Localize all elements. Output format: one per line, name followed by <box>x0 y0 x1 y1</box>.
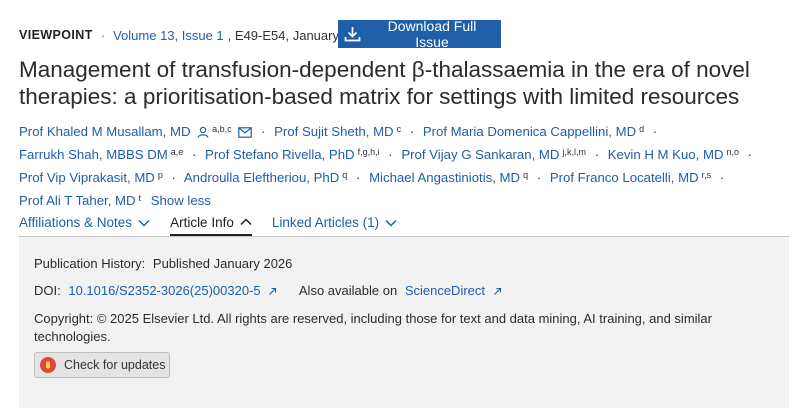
affiliation-sup: d <box>639 124 645 134</box>
chevron-down-icon <box>138 219 150 227</box>
author-link[interactable]: Androulla Eleftheriou, PhD <box>184 170 339 185</box>
affiliation-sup: j,k,l,m <box>562 147 586 157</box>
separator-dot: · <box>191 147 197 162</box>
publication-history-row: Publication History: Published January 2… <box>34 256 292 271</box>
external-link-icon[interactable] <box>268 287 277 296</box>
affiliation-sup: n,o <box>726 147 739 157</box>
author-link[interactable]: Prof Ali T Taher, MD <box>19 193 136 208</box>
article-type: VIEWPOINT <box>19 28 93 42</box>
author-link[interactable]: Farrukh Shah, MBBS DM <box>19 147 168 162</box>
separator-dot: · <box>747 147 753 162</box>
download-label: Download Full Issue <box>387 18 477 50</box>
author-link[interactable]: Kevin H M Kuo, MD <box>608 147 724 162</box>
author-link[interactable]: Prof Vijay G Sankaran, MD <box>401 147 559 162</box>
show-less-link[interactable]: Show less <box>151 193 211 208</box>
affiliation-sup: f,g,h,i <box>357 147 380 157</box>
also-available-label: Also available on <box>298 283 398 298</box>
separator-dot: · <box>652 124 658 139</box>
author-link[interactable]: Prof Sujit Sheth, MD <box>274 124 393 139</box>
copyright-text: Copyright: © 2025 Elsevier Ltd. All righ… <box>34 311 712 344</box>
affiliation-sup: r,s <box>701 170 712 180</box>
affiliation-sup: p <box>157 170 163 180</box>
affiliation-sup: a,b,c <box>212 124 232 134</box>
author-link[interactable]: Prof Khaled M Musallam, MD <box>19 124 191 139</box>
doi-label: DOI: <box>34 283 61 298</box>
affiliation-sup: t <box>138 193 142 203</box>
article-title: Management of transfusion-dependent β-th… <box>19 57 750 109</box>
tab-label: Linked Articles (1) <box>271 215 380 230</box>
tab-label: Article Info <box>170 214 234 230</box>
publication-history-label: Publication History: <box>34 256 146 271</box>
affiliation-sup: q <box>342 170 348 180</box>
volume-issue-link[interactable]: Volume 13, Issue 1 <box>113 28 224 43</box>
external-link-icon[interactable] <box>493 287 502 296</box>
separator-dot: · <box>594 147 600 162</box>
tab-article-info[interactable]: Article Info <box>170 210 252 236</box>
tab-linked-articles[interactable]: Linked Articles (1) <box>272 210 397 235</box>
separator-dot: · <box>536 170 542 185</box>
author-link[interactable]: Prof Stefano Rivella, PhD <box>205 147 355 162</box>
article-tabs: Affiliations & Notes Article Info Linked… <box>19 210 789 237</box>
tab-affiliations-notes[interactable]: Affiliations & Notes <box>19 210 150 235</box>
separator-dot: · <box>100 27 106 43</box>
article-info-panel: Publication History: Published January 2… <box>19 237 789 408</box>
separator-dot: · <box>719 170 725 185</box>
email-icon[interactable] <box>238 127 253 138</box>
author-link[interactable]: Prof Maria Domenica Cappellini, MD <box>423 124 636 139</box>
article-meta-line: VIEWPOINT · Volume 13, Issue 1 , E49-E54… <box>19 22 372 48</box>
author-link[interactable]: Prof Vip Viprakasit, MD <box>19 170 155 185</box>
author-list: Prof Khaled M Musallam, MD a,b,c · Prof … <box>19 119 789 211</box>
chevron-up-icon <box>240 218 252 226</box>
doi-row: DOI: 10.1016/S2352-3026(25)00320-5 Also … <box>34 283 502 298</box>
check-for-updates-button[interactable]: Check for updates <box>34 352 170 378</box>
doi-link[interactable]: 10.1016/S2352-3026(25)00320-5 <box>68 283 260 298</box>
sciencedirect-link[interactable]: ScienceDirect <box>405 283 485 298</box>
separator-dot: · <box>171 170 176 185</box>
author-link[interactable]: Michael Angastiniotis, MD <box>369 170 520 185</box>
separator-dot: · <box>388 147 393 162</box>
update-badge-icon <box>40 357 56 373</box>
chevron-down-icon <box>385 219 397 227</box>
author-link[interactable]: Prof Franco Locatelli, MD <box>550 170 699 185</box>
separator-dot: · <box>355 170 361 185</box>
download-icon <box>344 27 361 42</box>
check-for-updates-label: Check for updates <box>64 358 166 372</box>
separator-dot: · <box>409 124 415 139</box>
download-full-issue-button[interactable]: Download Full Issue <box>338 18 501 50</box>
publication-history-value: Published January 2026 <box>152 256 293 271</box>
affiliation-sup: a,e <box>170 147 184 157</box>
affiliation-sup: c <box>396 124 402 134</box>
affiliation-sup: q <box>523 170 529 180</box>
person-icon[interactable] <box>197 126 209 138</box>
tab-label: Affiliations & Notes <box>19 215 133 230</box>
separator-dot: · <box>261 124 266 139</box>
